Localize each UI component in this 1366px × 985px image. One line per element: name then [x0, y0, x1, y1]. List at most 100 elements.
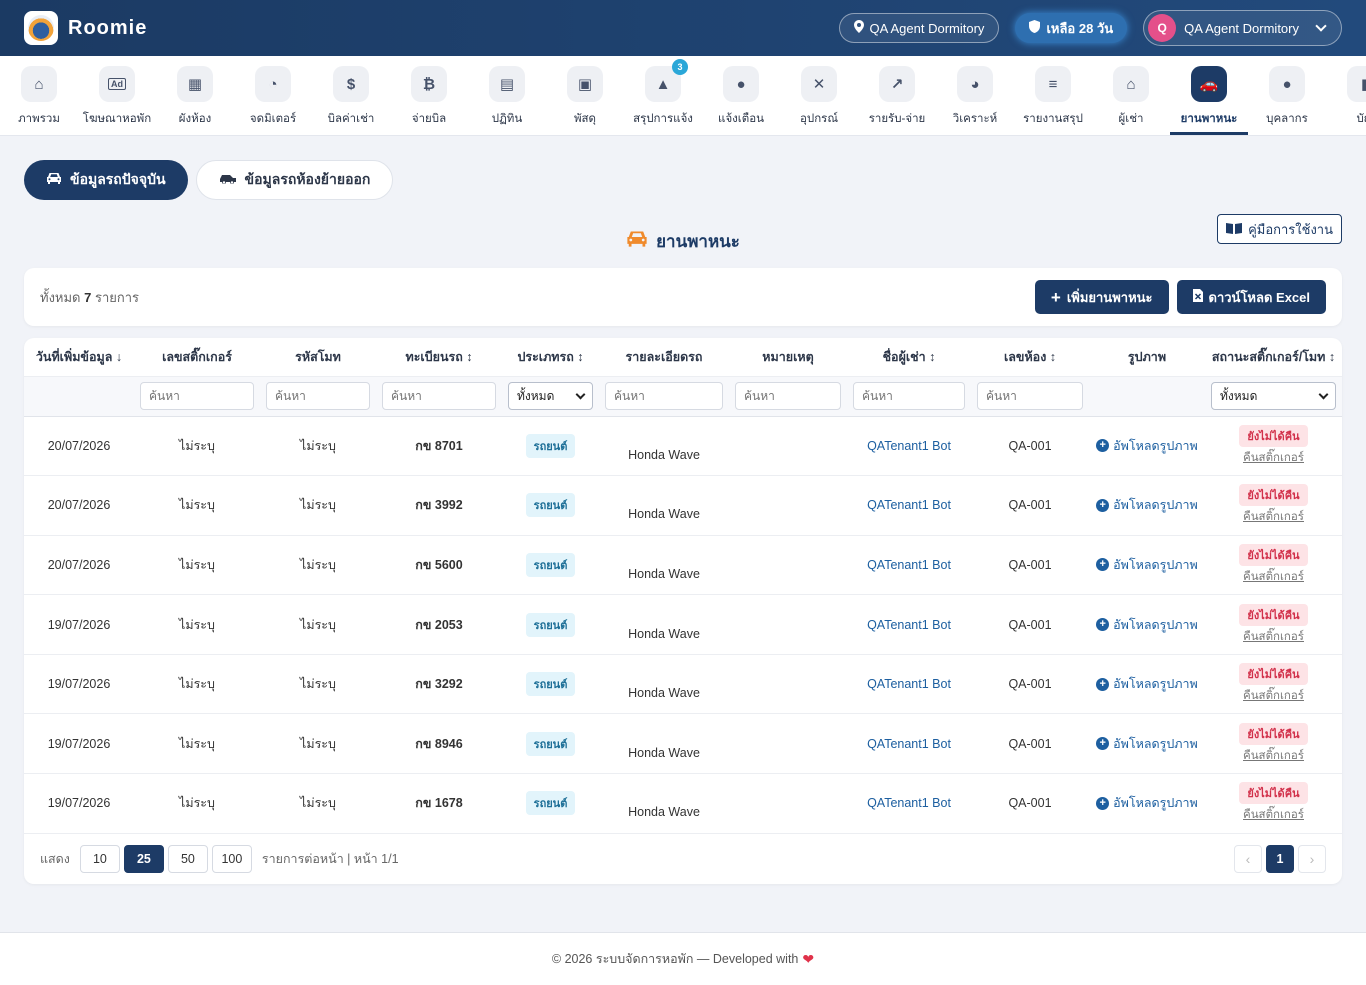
vehicle-detail: Honda Wave — [628, 745, 700, 760]
nav-item-pie-chart[interactable]: ◕ วิเคราะห์ — [936, 56, 1014, 135]
column-header[interactable]: รายละเอียดรถ — [599, 338, 729, 376]
upload-label: อัพโหลดรูปภาพ — [1113, 557, 1198, 572]
column-header[interactable]: เลขสติ๊กเกอร์ — [134, 338, 260, 376]
upload-label: อัพโหลดรูปภาพ — [1113, 796, 1198, 811]
tenant-link[interactable]: QATenant1 Bot — [867, 796, 951, 810]
nav-item-chart-line[interactable]: ↗ รายรับ-จ่าย — [858, 56, 936, 135]
filter-select[interactable]: ทั้งหมด — [508, 382, 593, 410]
subscription-days-badge[interactable]: เหลือ 28 วัน — [1015, 13, 1128, 43]
cell-tenant: QATenant1 Bot — [847, 654, 971, 715]
cell-tenant: QATenant1 Bot — [847, 535, 971, 596]
search-input[interactable] — [382, 382, 496, 410]
nav-label: สรุปการแจ้ง — [633, 113, 693, 125]
logo[interactable] — [24, 11, 58, 45]
tenant-link[interactable]: QATenant1 Bot — [867, 439, 951, 453]
upload-image-button[interactable]: + อัพโหลดรูปภาพ — [1096, 793, 1198, 813]
nav-item-gauge[interactable]: ◔ จดมิเตอร์ — [234, 56, 312, 135]
column-header[interactable]: วันที่เพิ่มข้อมูล ↓ — [24, 338, 134, 376]
nav-item-account[interactable]: ▮ บัญ — [1326, 56, 1366, 135]
upload-image-button[interactable]: + อัพโหลดรูปภาพ — [1096, 436, 1198, 456]
return-sticker-link[interactable]: คืนสติ๊กเกอร์ — [1205, 628, 1342, 646]
upload-image-button[interactable]: + อัพโหลดรูปภาพ — [1096, 674, 1198, 694]
return-sticker-link[interactable]: คืนสติ๊กเกอร์ — [1205, 687, 1342, 705]
return-sticker-link[interactable]: คืนสติ๊กเกอร์ — [1205, 806, 1342, 824]
nav-item-money[interactable]: ₿ จ่ายบิล — [390, 56, 468, 135]
column-header[interactable]: ชื่อผู้เช่า ↕ — [847, 338, 971, 376]
prev-page-button[interactable]: ‹ — [1234, 844, 1262, 873]
search-input[interactable] — [140, 382, 254, 410]
return-sticker-link[interactable]: คืนสติ๊กเกอร์ — [1205, 449, 1342, 467]
nav-item-user[interactable]: ● บุคลากร — [1248, 56, 1326, 135]
cell-sticker: ไม่ระบุ — [134, 416, 260, 477]
table-row[interactable]: 20/07/2026 ไม่ระบุ ไม่ระบุ กข 5600 รถยนต์ Hon… — [24, 535, 1342, 596]
column-header[interactable]: สถานะสติ๊กเกอร์/โมท ↕ — [1205, 338, 1342, 376]
search-input[interactable] — [605, 382, 723, 410]
search-input[interactable] — [266, 382, 370, 410]
return-sticker-link[interactable]: คืนสติ๊กเกอร์ — [1205, 747, 1342, 765]
nav-item-calendar[interactable]: ▤ ปฏิทิน — [468, 56, 546, 135]
nav-item-invoice[interactable]: $ บิลค่าเช่า — [312, 56, 390, 135]
tenant-link[interactable]: QATenant1 Bot — [867, 737, 951, 751]
next-page-button[interactable]: › — [1298, 844, 1326, 873]
nav-item-bell[interactable]: ▲ 3 สรุปการแจ้ง — [624, 56, 702, 135]
nav-item-home[interactable]: ⌂ ภาพรวม — [0, 56, 78, 135]
table-row[interactable]: 19/07/2026 ไม่ระบุ ไม่ระบุ กข 1678 รถยนต์ Hon… — [24, 773, 1342, 834]
download-excel-button[interactable]: ดาวน์โหลด Excel — [1176, 280, 1326, 314]
nav-label: บิลค่าเช่า — [327, 113, 375, 125]
page-number-button[interactable]: 1 — [1266, 844, 1294, 873]
tenant-link[interactable]: QATenant1 Bot — [867, 618, 951, 632]
table-row[interactable]: 20/07/2026 ไม่ระบุ ไม่ระบุ กข 3992 รถยนต์ Hon… — [24, 475, 1342, 536]
search-input[interactable] — [977, 382, 1083, 410]
page-size-option[interactable]: 25 — [123, 844, 164, 873]
notification-badge: 3 — [672, 59, 688, 75]
cell-remote: ไม่ระบุ — [260, 654, 376, 715]
upload-image-button[interactable]: + อัพโหลดรูปภาพ — [1096, 615, 1198, 635]
dorm-selector[interactable]: QA Agent Dormitory — [838, 13, 1000, 43]
nav-item-tools[interactable]: ✕ อุปกรณ์ — [780, 56, 858, 135]
nav-item-chat[interactable]: ● แจ้งเตือน — [702, 56, 780, 135]
table-row[interactable]: 19/07/2026 ไม่ระบุ ไม่ระบุ กข 2053 รถยนต์ Hon… — [24, 594, 1342, 655]
avatar: Q — [1148, 14, 1177, 42]
upload-image-button[interactable]: + อัพโหลดรูปภาพ — [1096, 734, 1198, 754]
page-size-option[interactable]: 100 — [211, 844, 252, 873]
car-icon — [46, 172, 62, 188]
search-input[interactable] — [853, 382, 965, 410]
column-header[interactable]: รูปภาพ — [1089, 338, 1205, 376]
nav-item-boxes[interactable]: ▣ พัสดุ — [546, 56, 624, 135]
user-menu[interactable]: Q QA Agent Dormitory — [1143, 10, 1342, 46]
return-sticker-link[interactable]: คืนสติ๊กเกอร์ — [1205, 508, 1342, 526]
manual-button[interactable]: คู่มือการใช้งาน — [1217, 214, 1342, 244]
nav-item-grid[interactable]: ▦ ผังห้อง — [156, 56, 234, 135]
upload-image-button[interactable]: + อัพโหลดรูปภาพ — [1096, 555, 1198, 575]
table-row[interactable]: 19/07/2026 ไม่ระบุ ไม่ระบุ กข 3292 รถยนต์ Hon… — [24, 654, 1342, 715]
search-input[interactable] — [735, 382, 841, 410]
nav-item-users[interactable]: ⌂ ผู้เช่า — [1092, 56, 1170, 135]
filter-cell — [971, 375, 1089, 417]
nav-item-file[interactable]: ≡ รายงานสรุป — [1014, 56, 1092, 135]
tenant-link[interactable]: QATenant1 Bot — [867, 558, 951, 572]
filter-select[interactable]: ทั้งหมด — [1211, 382, 1336, 410]
pager-suffix: รายการต่อหน้า | หน้า 1/1 — [261, 851, 399, 866]
column-header[interactable]: ทะเบียนรถ ↕ — [376, 338, 502, 376]
page-size-option[interactable]: 10 — [79, 844, 120, 873]
cell-detail: Honda Wave — [599, 713, 729, 775]
column-header[interactable]: รหัสโมท — [260, 338, 376, 376]
nav-item-ad[interactable]: Ad โฆษณาหอพัก — [78, 56, 156, 135]
column-header[interactable]: ประเภทรถ ↕ — [502, 338, 599, 376]
tenant-link[interactable]: QATenant1 Bot — [867, 677, 951, 691]
column-header[interactable]: เลขห้อง ↕ — [971, 338, 1089, 376]
page-size-option[interactable]: 50 — [167, 844, 208, 873]
return-sticker-link[interactable]: คืนสติ๊กเกอร์ — [1205, 568, 1342, 586]
tab-moved-out-vehicles[interactable]: ข้อมูลรถห้องย้ายออก — [195, 160, 394, 200]
table-row[interactable]: 19/07/2026 ไม่ระบุ ไม่ระบุ กข 8946 รถยนต์ Hon… — [24, 713, 1342, 775]
upload-image-button[interactable]: + อัพโหลดรูปภาพ — [1096, 495, 1198, 515]
nav-item-car[interactable]: 🚗 ยานพาหนะ — [1170, 56, 1248, 135]
pagination: แสดง 10 25 50 100 รายการต่อหน้า | หน้า 1/1 … — [24, 834, 1342, 884]
nav-glyph: ▮ — [1361, 75, 1366, 93]
add-vehicle-button[interactable]: + เพิ่มยานพาหนะ — [1034, 280, 1169, 314]
tenant-link[interactable]: QATenant1 Bot — [867, 498, 951, 512]
nav-glyph: ₿ — [422, 75, 436, 93]
table-row[interactable]: 20/07/2026 ไม่ระบุ ไม่ระบุ กข 8701 รถยนต์ Hon… — [24, 416, 1342, 477]
tab-current-vehicles[interactable]: ข้อมูลรถปัจจุบัน — [24, 160, 188, 200]
column-header[interactable]: หมายเหตุ — [729, 338, 847, 376]
